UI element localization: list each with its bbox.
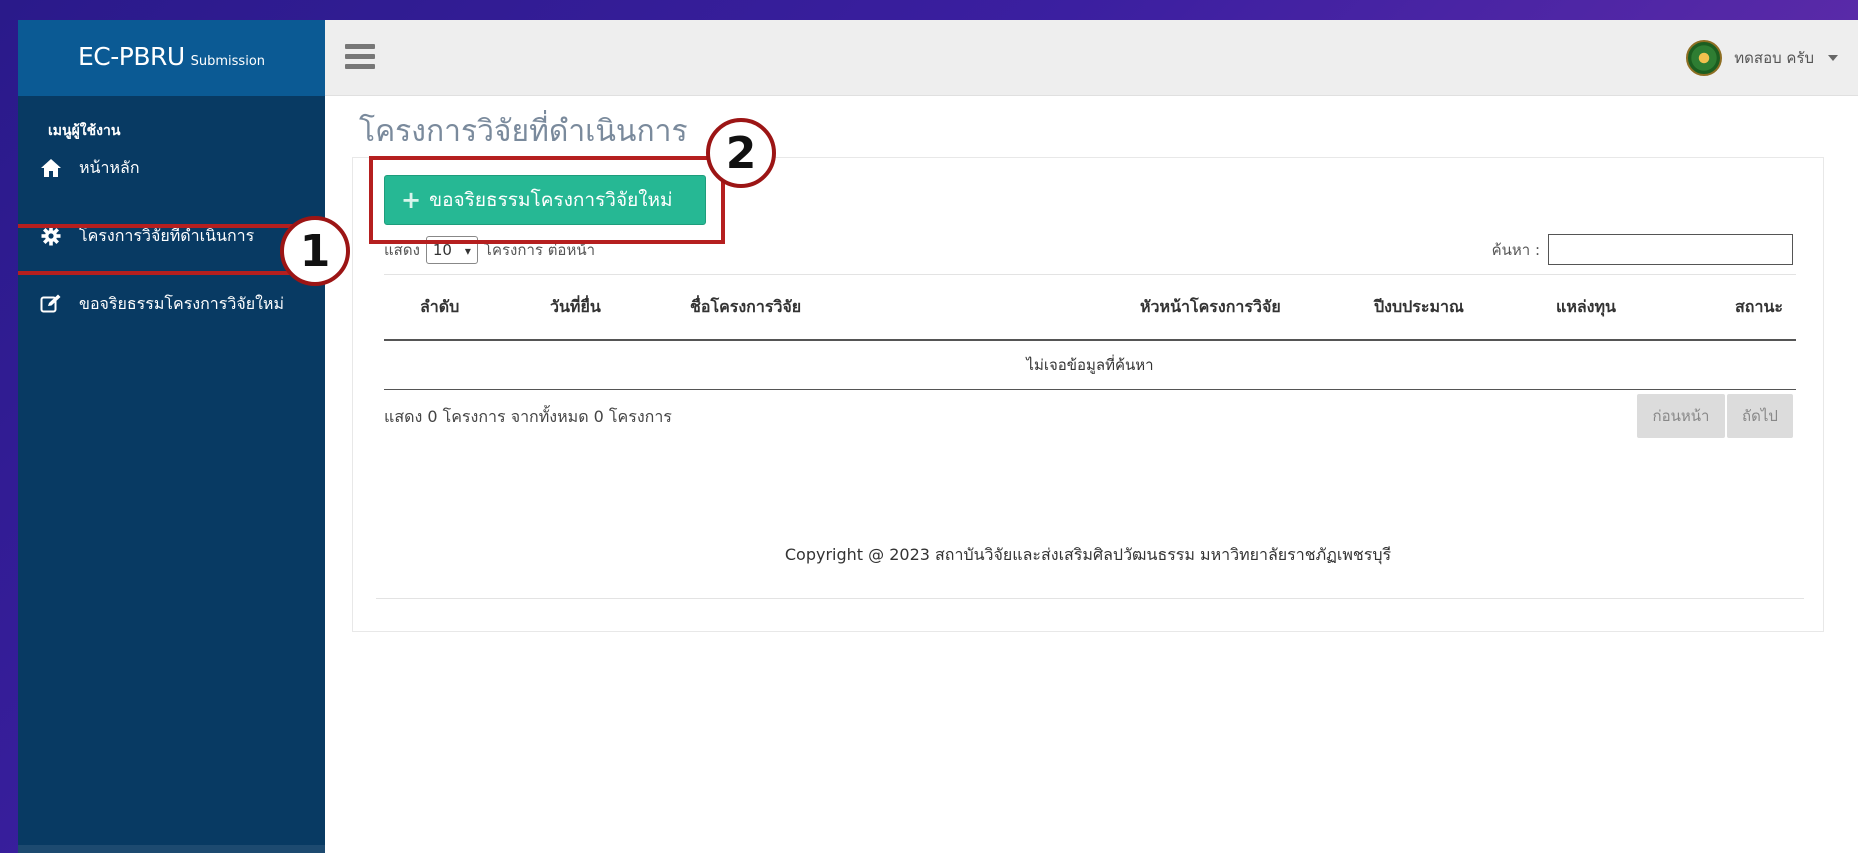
prev-page-button[interactable]: ก่อนหน้า (1637, 394, 1725, 438)
sidebar-item-home[interactable]: หน้าหลัก (18, 150, 325, 186)
column-header-lead[interactable]: หัวหน้าโครงการวิจัย (1090, 295, 1320, 320)
brand-logo[interactable]: EC-PBRU Submission (18, 20, 325, 96)
column-header-order[interactable]: ลำดับ (384, 295, 534, 320)
copyright: Copyright @ 2023 สถาบันวิจัยและส่งเสริมศ… (784, 545, 1392, 564)
column-header-funding[interactable]: แหล่งทุน (1500, 295, 1650, 320)
table-header: ลำดับ วันที่ยื่น ชื่อโครงการวิจัย หัวหน้… (384, 274, 1796, 341)
sidebar-item-label: หน้าหลัก (79, 157, 140, 177)
sidebar-item-label: ขอจริยธรรมโครงการวิจัยใหม่ (79, 293, 284, 313)
sidebar: EC-PBRU Submission เมนูผู้ใช้งาน หน้าหลั… (18, 20, 325, 853)
annotation-box-1 (18, 224, 298, 275)
search-input[interactable] (1548, 234, 1793, 265)
pagination: ก่อนหน้า ถัดไป (1635, 394, 1793, 438)
topbar: ทดสอบ ครับ (325, 20, 1858, 96)
brand-name: EC-PBRU (77, 42, 185, 71)
chevron-down-icon (1828, 55, 1838, 61)
next-page-button[interactable]: ถัดไป (1727, 394, 1793, 438)
annotation-marker-2: 2 (706, 118, 776, 188)
annotation-box-2 (369, 156, 725, 244)
avatar (1686, 40, 1723, 76)
annotation-marker-1: 1 (280, 216, 350, 286)
brand-subtitle: Submission (190, 54, 266, 69)
column-header-date[interactable]: วันที่ยื่น (534, 295, 670, 320)
page-title: โครงการวิจัยที่ดำเนินการ (359, 114, 688, 149)
search-label: ค้นหา : (1491, 240, 1540, 259)
home-icon (36, 157, 66, 179)
projects-table: ลำดับ วันที่ยื่น ชื่อโครงการวิจัย หัวหน้… (384, 274, 1796, 390)
column-header-project-name[interactable]: ชื่อโครงการวิจัย (670, 295, 1090, 320)
sidebar-footer-bar (18, 845, 325, 853)
table-info: แสดง 0 โครงการ จากทั้งหมด 0 โครงการ (384, 407, 672, 426)
app-window: EC-PBRU Submission เมนูผู้ใช้งาน หน้าหลั… (18, 20, 1858, 853)
table-empty-row: ไม่เจอข้อมูลที่ค้นหา (384, 341, 1796, 390)
column-header-status[interactable]: สถานะ (1650, 295, 1796, 320)
user-name: ทดสอบ ครับ (1734, 49, 1814, 67)
sidebar-item-new-ethics[interactable]: ขอจริยธรรมโครงการวิจัยใหม่ (18, 286, 325, 322)
edit-icon (36, 293, 66, 315)
menu-toggle-icon[interactable] (345, 44, 375, 70)
menu-header: เมนูผู้ใช้งาน (48, 123, 121, 139)
search-control: ค้นหา : (1492, 234, 1793, 265)
chevron-down-icon: ▾ (464, 244, 471, 258)
divider (376, 598, 1804, 599)
user-menu[interactable]: ทดสอบ ครับ (1686, 40, 1838, 76)
column-header-fiscal-year[interactable]: ปีงบประมาณ (1320, 295, 1500, 320)
